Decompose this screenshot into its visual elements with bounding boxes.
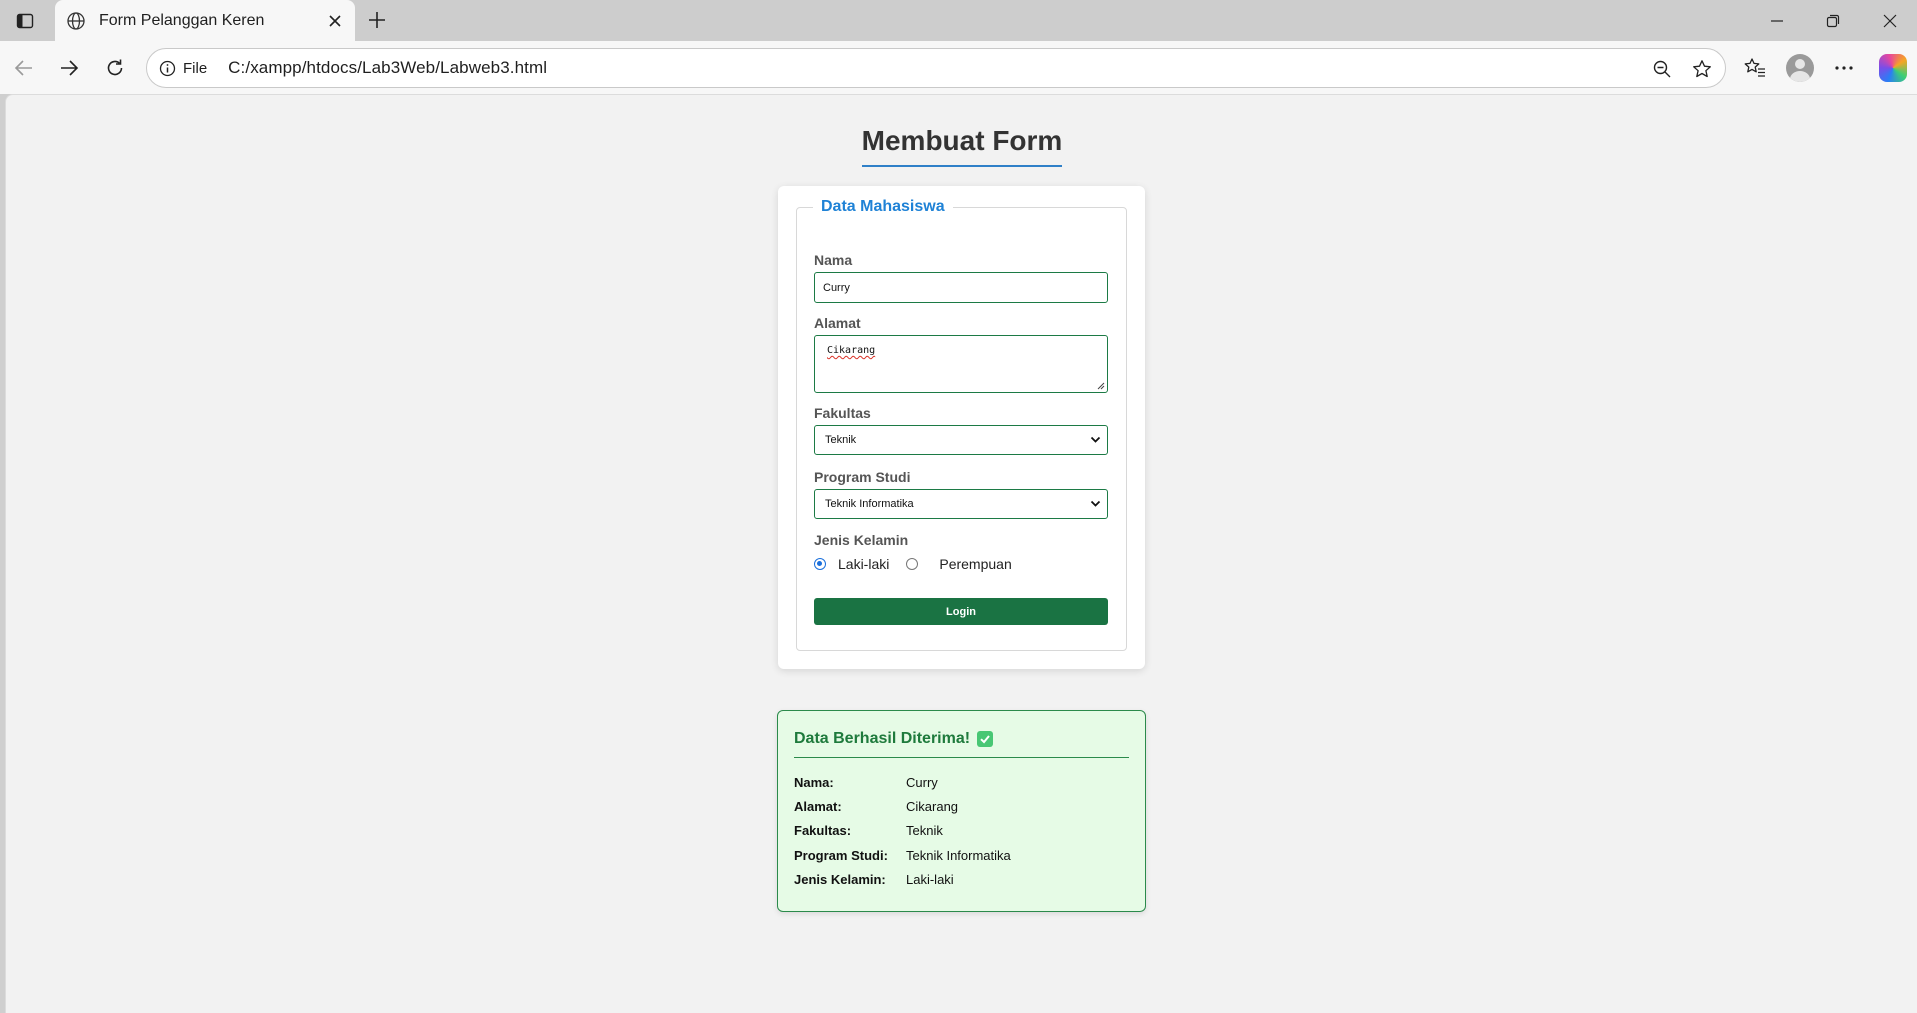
chevron-down-icon: [1090, 500, 1101, 507]
result-key: Alamat:: [794, 799, 842, 814]
result-panel: Data Berhasil Diterima! Nama: Curry Alam…: [777, 710, 1146, 912]
alamat-label: Alamat: [814, 315, 861, 331]
result-key: Fakultas:: [794, 823, 852, 838]
window-close-button[interactable]: [1867, 5, 1913, 37]
minimize-icon: [1771, 20, 1783, 22]
forward-button[interactable]: [51, 50, 87, 86]
tab-close-button[interactable]: [321, 7, 349, 35]
result-title: Data Berhasil Diterima!: [794, 730, 971, 747]
result-row: Alamat: Cikarang: [794, 799, 958, 814]
browser-toolbar: File C:/xampp/htdocs/Lab3Web/Labweb3.htm…: [0, 41, 1917, 94]
tab-actions-icon: [16, 13, 34, 29]
restore-icon: [1826, 14, 1840, 28]
result-divider: [794, 757, 1129, 758]
back-button[interactable]: [6, 50, 42, 86]
address-bar[interactable]: File C:/xampp/htdocs/Lab3Web/Labweb3.htm…: [146, 48, 1726, 88]
result-row: Fakultas: Teknik: [794, 823, 943, 838]
radio-label-perempuan: Perempuan: [939, 556, 1012, 572]
result-value: Laki-laki: [906, 872, 954, 887]
fakultas-label: Fakultas: [814, 405, 871, 421]
favorites-button[interactable]: [1737, 50, 1773, 86]
result-value: Curry: [906, 775, 938, 790]
radio-laki-laki[interactable]: [814, 558, 826, 570]
tab-title: Form Pelanggan Keren: [99, 11, 265, 29]
profile-icon: [1786, 54, 1814, 82]
reload-button[interactable]: [97, 50, 133, 86]
profile-button[interactable]: [1782, 50, 1818, 86]
star-icon: [1693, 60, 1711, 78]
nama-label: Nama: [814, 252, 853, 268]
more-icon: [1835, 66, 1853, 70]
active-tab[interactable]: Form Pelanggan Keren: [55, 0, 355, 41]
fakultas-selected: Teknik: [825, 434, 857, 446]
result-key: Jenis Kelamin:: [794, 872, 886, 887]
result-row: Jenis Kelamin: Laki-laki: [794, 872, 954, 887]
form-card: Data Mahasiswa Nama Curry Alamat Cikaran…: [778, 186, 1145, 669]
close-icon: [329, 14, 341, 27]
student-fieldset: Data Mahasiswa Nama Curry Alamat Cikaran…: [796, 198, 1127, 651]
gender-label: Jenis Kelamin: [814, 532, 909, 548]
alamat-value: Cikarang: [827, 345, 876, 356]
info-icon[interactable]: [157, 58, 177, 78]
result-row: Nama: Curry: [794, 775, 938, 790]
url-text[interactable]: C:/xampp/htdocs/Lab3Web/Labweb3.html: [228, 58, 547, 78]
tab-actions-button[interactable]: [8, 6, 42, 36]
gender-radio-group: Laki-laki Perempuan: [814, 556, 1012, 572]
forward-arrow-icon: [61, 60, 79, 76]
page-title: Membuat Form: [861, 125, 1063, 167]
radio-label-laki-laki: Laki-laki: [838, 556, 890, 572]
result-key: Program Studi:: [794, 848, 888, 863]
globe-icon: [65, 10, 87, 32]
result-row: Program Studi: Teknik Informatika: [794, 848, 1011, 863]
page-viewport: Membuat Form Data Mahasiswa Nama Curry A…: [5, 94, 1917, 1013]
result-title-row: Data Berhasil Diterima!: [794, 730, 994, 748]
fakultas-select[interactable]: Teknik: [814, 425, 1108, 455]
check-mark-icon: [977, 731, 994, 747]
result-key: Nama:: [794, 775, 834, 790]
result-value: Teknik: [906, 823, 943, 838]
nama-input[interactable]: Curry: [814, 272, 1108, 303]
favorites-icon: [1744, 58, 1765, 77]
alamat-textarea[interactable]: Cikarang: [814, 335, 1108, 393]
prodi-selected: Teknik Informatika: [825, 498, 914, 510]
new-tab-button[interactable]: [362, 5, 392, 35]
close-icon: [1883, 14, 1897, 28]
prodi-label: Program Studi: [814, 469, 911, 485]
zoom-button[interactable]: [1647, 54, 1677, 84]
site-info-chip[interactable]: File: [183, 60, 207, 77]
login-button[interactable]: Login: [814, 598, 1108, 625]
chevron-down-icon: [1090, 436, 1101, 443]
radio-perempuan[interactable]: [906, 558, 919, 570]
reload-icon: [107, 59, 123, 76]
plus-icon: [369, 12, 385, 28]
tab-strip: Form Pelanggan Keren: [0, 0, 1917, 41]
copilot-button[interactable]: [1875, 50, 1911, 86]
resize-grip-icon[interactable]: [1097, 382, 1105, 390]
page-title-wrap: Membuat Form: [6, 125, 1917, 167]
favorite-button[interactable]: [1687, 54, 1717, 84]
prodi-select[interactable]: Teknik Informatika: [814, 489, 1108, 519]
back-arrow-icon: [14, 60, 32, 76]
zoom-out-icon: [1653, 60, 1671, 78]
fieldset-legend: Data Mahasiswa: [821, 198, 945, 215]
more-button[interactable]: [1826, 50, 1862, 86]
restore-button[interactable]: [1810, 5, 1856, 37]
copilot-icon: [1879, 54, 1907, 82]
result-value: Cikarang: [906, 799, 959, 814]
minimize-button[interactable]: [1754, 5, 1800, 37]
result-value: Teknik Informatika: [906, 848, 1011, 863]
